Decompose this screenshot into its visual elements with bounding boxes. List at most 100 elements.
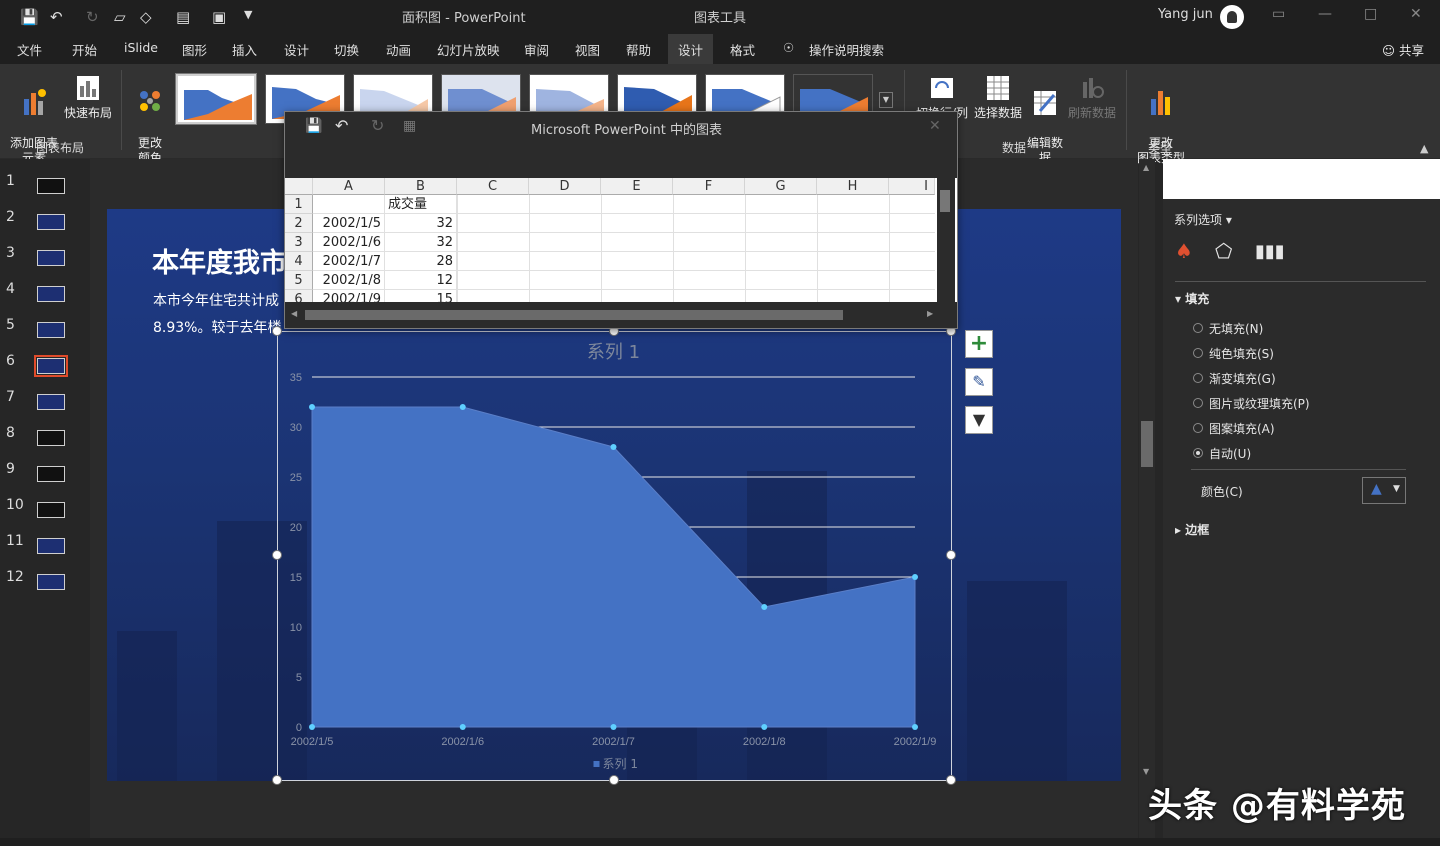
slide-thumbnail-5[interactable] bbox=[37, 322, 65, 338]
tab-review[interactable]: 审阅 bbox=[524, 40, 549, 59]
chart-styles-brush-icon[interactable]: ✎ bbox=[965, 368, 993, 396]
scroll-left-arrow-icon[interactable]: ◀ bbox=[291, 309, 297, 318]
refresh-data-button[interactable]: 刷新数据 bbox=[1066, 72, 1118, 121]
editor-redo-icon[interactable]: ↻ bbox=[371, 116, 384, 135]
quick-layout-button[interactable]: 快速布局 bbox=[62, 72, 114, 121]
resize-handle-bottom-left[interactable] bbox=[272, 775, 282, 785]
editor-close-icon[interactable]: ✕ bbox=[929, 118, 941, 134]
slide-thumbnail-2[interactable] bbox=[37, 214, 65, 230]
slide-vertical-scrollbar[interactable]: ▲ ▼ bbox=[1139, 159, 1155, 839]
chart-style-1[interactable] bbox=[175, 73, 257, 125]
series-options-bars-icon[interactable]: ▮▮▮ bbox=[1255, 241, 1285, 262]
column-header[interactable]: F bbox=[673, 178, 745, 195]
slide-thumbnail-7[interactable] bbox=[37, 394, 65, 410]
slide-thumbnail-12[interactable] bbox=[37, 574, 65, 590]
cell-a6[interactable]: 2002/1/9 bbox=[313, 290, 385, 302]
maximize-icon[interactable]: □ bbox=[1364, 6, 1377, 22]
tab-design[interactable]: 设计 bbox=[284, 40, 309, 59]
column-header[interactable]: C bbox=[457, 178, 529, 195]
edit-data-button[interactable]: 编辑数 据 bbox=[1024, 72, 1066, 166]
textbox-icon[interactable]: ▣ bbox=[212, 8, 226, 26]
resize-handle-top-left[interactable] bbox=[272, 326, 282, 336]
tab-slideshow[interactable]: 幻灯片放映 bbox=[437, 40, 500, 59]
column-header[interactable]: B bbox=[385, 178, 457, 195]
resize-handle-bottom-right[interactable] bbox=[946, 775, 956, 785]
fill-radio-solid[interactable] bbox=[1193, 348, 1203, 358]
cell-a4[interactable]: 2002/1/7 bbox=[313, 252, 385, 271]
fill-option-label[interactable]: 自动(U) bbox=[1209, 445, 1251, 462]
undo-icon[interactable]: ↶ bbox=[50, 8, 63, 26]
fill-option-label[interactable]: 无填充(N) bbox=[1209, 320, 1263, 337]
cell-a1[interactable] bbox=[313, 195, 385, 214]
cell-b2[interactable]: 32 bbox=[385, 214, 457, 233]
cell-b6[interactable]: 15 bbox=[385, 290, 457, 302]
column-header[interactable]: D bbox=[529, 178, 601, 195]
row-header[interactable]: 3 bbox=[285, 233, 313, 252]
empty-cells[interactable] bbox=[457, 195, 935, 302]
row-header[interactable]: 1 bbox=[285, 195, 313, 214]
resize-handle-bottom[interactable] bbox=[609, 775, 619, 785]
cell-b1[interactable]: 成交量 bbox=[385, 195, 457, 214]
tab-transitions[interactable]: 切换 bbox=[334, 40, 359, 59]
scroll-right-arrow-icon[interactable]: ▶ bbox=[927, 309, 933, 318]
column-header[interactable]: A bbox=[313, 178, 385, 195]
close-icon[interactable]: ✕ bbox=[1410, 6, 1422, 22]
spreadsheet-grid[interactable]: A B C D E F G H I 1 2 3 4 5 6 成交量 2002/1… bbox=[285, 178, 957, 302]
start-slideshow-icon[interactable]: ▱ bbox=[114, 8, 126, 26]
cell-a3[interactable]: 2002/1/6 bbox=[313, 233, 385, 252]
effects-pentagon-icon[interactable]: ⬠ bbox=[1215, 239, 1232, 263]
save-icon[interactable]: 💾 bbox=[20, 8, 39, 26]
slide-thumbnail-4[interactable] bbox=[37, 286, 65, 302]
cell-b3[interactable]: 32 bbox=[385, 233, 457, 252]
cell-a2[interactable]: 2002/1/5 bbox=[313, 214, 385, 233]
chart-data-editor-window[interactable]: 💾 ↶ ↻ ▦ Microsoft PowerPoint 中的图表 ✕ A B … bbox=[284, 111, 958, 329]
slide-thumbnail-3[interactable] bbox=[37, 250, 65, 266]
share-button[interactable]: ☺ 共享 bbox=[1382, 40, 1424, 59]
scroll-down-arrow-icon[interactable]: ▼ bbox=[1143, 767, 1149, 776]
tab-chart-design[interactable]: 设计 bbox=[668, 34, 714, 64]
tab-chart-format[interactable]: 格式 bbox=[730, 40, 755, 59]
select-data-button[interactable]: 选择数据 bbox=[972, 72, 1024, 121]
fill-radio-none[interactable] bbox=[1193, 323, 1203, 333]
column-header[interactable]: I bbox=[889, 178, 935, 195]
tab-islide[interactable]: iSlide bbox=[124, 40, 158, 55]
scroll-up-arrow-icon[interactable]: ▲ bbox=[1143, 163, 1149, 172]
slide-thumbnail-1[interactable] bbox=[37, 178, 65, 194]
grid-horizontal-scrollbar[interactable]: ◀ ▶ bbox=[285, 302, 957, 328]
slide-thumbnail-11[interactable] bbox=[37, 538, 65, 554]
editor-open-excel-icon[interactable]: ▦ bbox=[403, 118, 416, 134]
tab-view[interactable]: 视图 bbox=[575, 40, 600, 59]
grid-vertical-scrollbar[interactable] bbox=[937, 178, 955, 302]
slide-body-text-line-1[interactable]: 本市今年住宅共计成 bbox=[153, 290, 279, 310]
fill-radio-automatic[interactable] bbox=[1193, 448, 1203, 458]
tab-file[interactable]: 文件 bbox=[17, 40, 42, 59]
fill-color-picker[interactable]: ▲ ▼ bbox=[1362, 477, 1406, 504]
border-section-toggle[interactable]: ▸ 边框 bbox=[1175, 521, 1209, 538]
minimize-icon[interactable]: — bbox=[1318, 6, 1332, 22]
slide-thumbnail-6[interactable] bbox=[34, 355, 68, 377]
area-series-fill[interactable] bbox=[311, 406, 916, 728]
customize-toolbar-icon[interactable]: ▼ bbox=[244, 8, 252, 21]
shapes-icon[interactable]: ◇ bbox=[140, 8, 152, 26]
fill-option-label[interactable]: 图案填充(A) bbox=[1209, 420, 1275, 437]
cell-a5[interactable]: 2002/1/8 bbox=[313, 271, 385, 290]
slide-thumbnail-10[interactable] bbox=[37, 502, 65, 518]
ribbon-display-icon[interactable]: ▭ bbox=[1272, 6, 1285, 22]
slide-body-text-line-2[interactable]: 8.93%。较于去年楼 bbox=[153, 317, 281, 337]
fill-line-paint-bucket-icon[interactable]: ♠ bbox=[1175, 239, 1193, 263]
resize-handle-left[interactable] bbox=[272, 550, 282, 560]
fill-option-label[interactable]: 图片或纹理填充(P) bbox=[1209, 395, 1310, 412]
redo-icon[interactable]: ↻ bbox=[86, 8, 99, 26]
tab-help[interactable]: 帮助 bbox=[626, 40, 651, 59]
tell-me-search[interactable]: 操作说明搜索 bbox=[809, 40, 884, 59]
tab-insert[interactable]: 插入 bbox=[232, 40, 257, 59]
chart-elements-plus-icon[interactable]: + bbox=[965, 330, 993, 358]
grid-scrollbar-thumb[interactable] bbox=[940, 190, 950, 212]
row-header[interactable]: 6 bbox=[285, 290, 313, 302]
user-name[interactable]: Yang jun bbox=[1158, 7, 1213, 22]
column-header[interactable]: E bbox=[601, 178, 673, 195]
scrollbar-thumb[interactable] bbox=[1141, 421, 1153, 467]
row-header[interactable]: 4 bbox=[285, 252, 313, 271]
cell-b5[interactable]: 12 bbox=[385, 271, 457, 290]
tab-shapes[interactable]: 图形 bbox=[182, 40, 207, 59]
